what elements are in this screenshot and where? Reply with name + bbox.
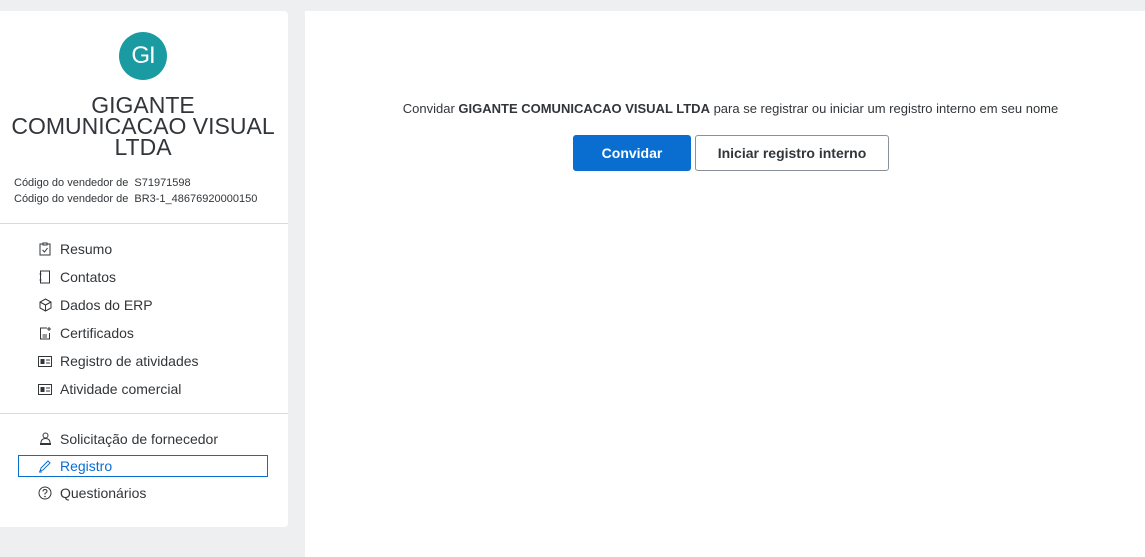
sidebar-item-resumo[interactable]: Resumo: [18, 237, 268, 261]
main-content: Convidar GIGANTE COMUNICACAO VISUAL LTDA…: [305, 11, 1145, 557]
start-internal-registration-button[interactable]: Iniciar registro interno: [695, 135, 889, 171]
vendor-name: GIGANTE COMUNICACAO VISUAL LTDA: [0, 94, 286, 160]
sidebar-item-atividade-comercial[interactable]: Atividade comercial: [18, 377, 268, 401]
cube-icon: [38, 298, 52, 312]
vendor-code-value: BR3-1_48676920000150: [134, 193, 258, 205]
certificate-icon: [38, 326, 52, 340]
supplier-person-icon: [38, 432, 52, 446]
sidebar-item-contatos[interactable]: Contatos: [18, 265, 268, 289]
avatar: GI: [119, 32, 167, 80]
sidebar-item-questionarios[interactable]: Questionários: [18, 481, 268, 505]
vendor-code-value: S71971598: [134, 177, 191, 189]
question-circle-icon: [38, 486, 52, 500]
sidebar-item-label: Solicitação de fornecedor: [60, 431, 218, 447]
sidebar-item-label: Registro: [60, 458, 113, 474]
sidebar-item-label: Dados do ERP: [60, 297, 153, 313]
id-card-icon: [38, 354, 52, 368]
pencil-icon: [38, 459, 52, 473]
vendor-code-label: Código do vendedor de: [14, 177, 129, 189]
vendor-codes: Código do vendedor de S71971598 Código do…: [14, 175, 257, 207]
sidebar-item-solicitacao-fornecedor[interactable]: Solicitação de fornecedor: [18, 427, 268, 451]
nav-group-registration: Solicitação de fornecedor Registro Quest…: [18, 427, 268, 509]
sidebar: GI GIGANTE COMUNICACAO VISUAL LTDA Códig…: [0, 11, 288, 527]
sidebar-item-label: Questionários: [60, 485, 147, 501]
sidebar-item-label: Certificados: [60, 325, 134, 341]
invite-prefix: Convidar: [402, 101, 459, 116]
invite-message: Convidar GIGANTE COMUNICACAO VISUAL LTDA…: [305, 101, 1145, 116]
sidebar-item-label: Atividade comercial: [60, 381, 182, 397]
sidebar-item-label: Registro de atividades: [60, 353, 199, 369]
contacts-book-icon: [38, 270, 52, 284]
sidebar-item-registro-atividades[interactable]: Registro de atividades: [18, 349, 268, 373]
vendor-name-line: LTDA: [114, 134, 172, 160]
vendor-code-row: Código do vendedor de BR3-1_4867692000015…: [14, 191, 257, 207]
sidebar-item-label: Resumo: [60, 241, 113, 257]
sidebar-item-label: Contatos: [60, 269, 117, 285]
invite-company: GIGANTE COMUNICACAO VISUAL LTDA: [458, 101, 710, 116]
divider: [0, 413, 288, 414]
sidebar-item-certificados[interactable]: Certificados: [18, 321, 268, 345]
sidebar-item-dados-erp[interactable]: Dados do ERP: [18, 293, 268, 317]
invite-suffix: para se registrar ou iniciar um registro…: [709, 101, 1059, 116]
divider: [0, 223, 288, 224]
clipboard-check-icon: [38, 242, 52, 256]
nav-group-profile: Resumo Contatos Dados do ERP Certificado…: [18, 237, 268, 405]
vendor-code-row: Código do vendedor de S71971598: [14, 175, 257, 191]
vendor-code-label: Código do vendedor de: [14, 193, 129, 205]
invite-button[interactable]: Convidar: [573, 135, 691, 171]
sidebar-item-registro[interactable]: Registro: [18, 455, 268, 477]
id-card-icon: [38, 382, 52, 396]
